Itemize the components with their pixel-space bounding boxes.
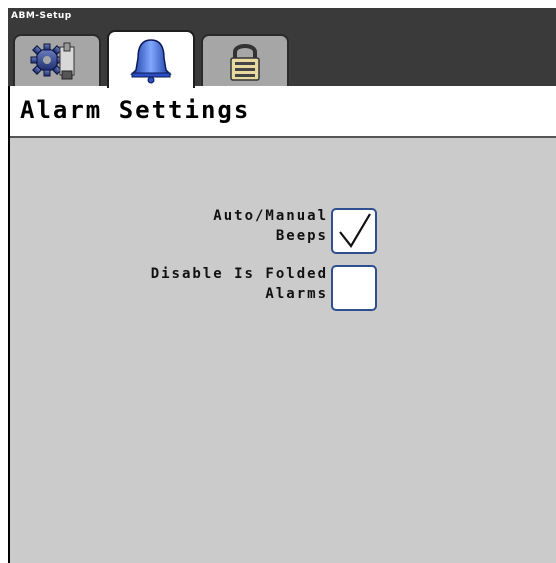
disable-folded-alarms-checkbox[interactable] bbox=[331, 265, 377, 311]
auto-manual-beeps-label: Auto/Manual Beeps bbox=[213, 208, 328, 244]
bell-icon bbox=[130, 39, 172, 84]
settings-panel: Auto/Manual Beeps Disable Is Folded Alar… bbox=[10, 138, 556, 563]
window-title: ABM-Setup bbox=[11, 11, 72, 21]
auto-manual-beeps-checkbox[interactable] bbox=[331, 208, 377, 254]
tab-setup[interactable] bbox=[13, 34, 101, 86]
page-title: Alarm Settings bbox=[20, 96, 251, 124]
app-frame: ABM-Setup Alarm Settings Auto/Manual Bee… bbox=[8, 8, 556, 563]
checkmark-icon bbox=[339, 213, 371, 248]
padlock-icon bbox=[230, 44, 260, 81]
disable-folded-alarms-label: Disable Is Folded Alarms bbox=[150, 266, 328, 302]
page-header: Alarm Settings bbox=[10, 86, 556, 138]
tab-alarms[interactable] bbox=[107, 30, 195, 88]
tab-security[interactable] bbox=[201, 34, 289, 86]
gear-wrench-icon bbox=[30, 42, 75, 80]
title-bar: ABM-Setup bbox=[8, 8, 556, 88]
